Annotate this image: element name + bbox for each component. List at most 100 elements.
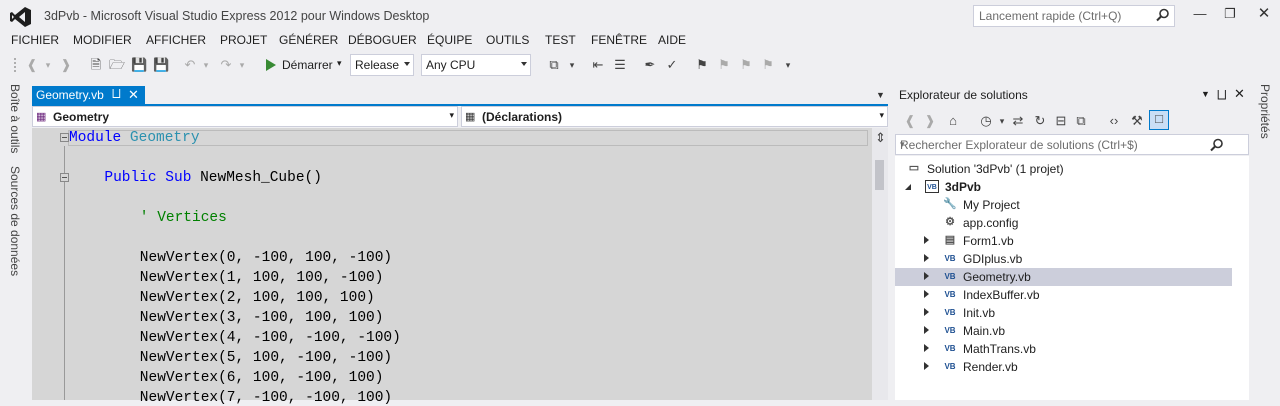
next-bookmark-icon[interactable]: ⚑ [738, 57, 754, 73]
tree-item[interactable]: VB 3dPvb [895, 178, 1232, 196]
close-tab-icon[interactable]: ✕ [128, 87, 139, 103]
tree-item[interactable]: ▤ Form1.vb [895, 232, 1232, 250]
pin-icon[interactable]: ⨆ [112, 88, 121, 101]
uncomment-icon[interactable]: ✓ [664, 57, 680, 73]
quick-launch-input[interactable]: Lancement rapide (Ctrl+Q) [973, 5, 1175, 27]
search-options-icon[interactable]: ▾ [900, 139, 1242, 150]
expand-arrow-icon[interactable] [924, 344, 929, 352]
tree-item[interactable]: VB Render.vb [895, 358, 1232, 376]
tree-item-label: Geometry.vb [963, 270, 1031, 284]
tree-item[interactable]: ▭ Solution '3dPvb' (1 projet) [895, 160, 1232, 178]
tree-item[interactable]: ⚙ app.config [895, 214, 1232, 232]
properties-icon[interactable]: ⚒ [1129, 113, 1145, 129]
menu-window[interactable]: FENÊTRE [591, 33, 647, 47]
redo-dropdown-icon[interactable]: ▾ [234, 57, 250, 73]
tree-item[interactable]: VB Init.vb [895, 304, 1232, 322]
tree-item[interactable]: 🔧 My Project [895, 196, 1232, 214]
pending-dropdown-icon[interactable]: ▾ [994, 113, 1010, 129]
start-dropdown-icon[interactable]: ▾ [337, 58, 342, 69]
member-navigation-select[interactable]: ▦ (Déclarations) ▾ [461, 106, 888, 127]
show-all-files-icon[interactable]: ⧉ [1073, 113, 1089, 129]
menu-build[interactable]: GÉNÉRER [279, 33, 338, 47]
expand-arrow-icon[interactable] [924, 236, 929, 244]
expand-arrow-icon[interactable] [924, 308, 929, 316]
preview-selected-icon[interactable]: □ [1149, 110, 1169, 130]
menu-file[interactable]: FICHIER [11, 33, 59, 47]
refresh-icon[interactable]: ↻ [1032, 113, 1048, 129]
close-panel-icon[interactable]: ✕ [1234, 86, 1245, 102]
toolbox-tab[interactable]: Boîte à outils [8, 84, 22, 153]
scrollbar-thumb[interactable] [875, 160, 884, 190]
collapse-all-icon[interactable]: ⊟ [1053, 113, 1069, 129]
tab-geometry-vb[interactable]: Geometry.vb ⨆ ✕ [32, 86, 145, 105]
class-navigation-select[interactable]: ▦ Geometry ▾ [32, 106, 458, 127]
close-button[interactable]: ✕ [1250, 4, 1278, 24]
configuration-select[interactable]: Release [350, 54, 414, 76]
chevron-down-icon [521, 62, 527, 66]
auto-hide-pin-icon[interactable]: ⨆ [1217, 87, 1227, 102]
find-in-files-icon[interactable]: ⧉ [546, 57, 562, 73]
expand-arrow-icon[interactable] [924, 290, 929, 298]
navigate-forward-icon[interactable]: ❱ [58, 57, 74, 73]
collapse-sub-icon[interactable] [60, 173, 69, 182]
save-icon[interactable]: 💾 [131, 57, 147, 73]
forward-icon[interactable]: ❱ [922, 113, 938, 129]
tree-item[interactable]: VB Main.vb [895, 322, 1232, 340]
toolbar-grip[interactable] [13, 57, 17, 73]
menu-debug[interactable]: DÉBOGUER [348, 33, 417, 47]
window-position-dropdown-icon[interactable]: ▼ [1201, 89, 1210, 99]
member-navigation-value: (Déclarations) [482, 110, 563, 124]
previous-bookmark-icon[interactable]: ⚑ [716, 57, 732, 73]
tree-item[interactable]: VB Geometry.vb [895, 268, 1232, 286]
home-icon[interactable]: ⌂ [945, 113, 961, 129]
expand-arrow-icon[interactable] [924, 326, 929, 334]
properties-tab[interactable]: Propriétés [1258, 84, 1272, 139]
pending-changes-icon[interactable]: ◷ [978, 113, 994, 129]
undo-dropdown-icon[interactable]: ▾ [198, 57, 214, 73]
start-debugging-button[interactable]: Démarrer ▾ [262, 55, 346, 75]
save-all-icon[interactable]: 💾 [153, 57, 169, 73]
expand-arrow-icon[interactable] [924, 254, 929, 262]
solution-explorer-search-input[interactable]: Rechercher Explorateur de solutions (Ctr… [895, 134, 1249, 155]
expand-arrow-icon[interactable] [924, 362, 929, 370]
platform-select[interactable]: Any CPU [421, 54, 531, 76]
bookmark-icon[interactable]: ⚑ [694, 57, 710, 73]
code-line: NewVertex(0, -100, 100, -100) [140, 250, 392, 266]
dropdown-arrow-icon[interactable]: ▾ [40, 57, 56, 73]
menu-test[interactable]: TEST [545, 33, 576, 47]
menu-view[interactable]: AFFICHER [146, 33, 206, 47]
toolbar-overflow-icon[interactable]: ▾ [780, 57, 796, 73]
menu-team[interactable]: ÉQUIPE [427, 33, 472, 47]
restore-button[interactable]: ❐ [1216, 4, 1244, 24]
format-icon[interactable]: ☰ [612, 57, 628, 73]
redo-icon[interactable]: ↷ [218, 57, 234, 73]
menu-edit[interactable]: MODIFIER [73, 33, 132, 47]
undo-icon[interactable]: ↶ [182, 57, 198, 73]
data-sources-tab[interactable]: Sources de données [8, 166, 22, 276]
tree-item[interactable]: VB IndexBuffer.vb [895, 286, 1232, 304]
minimize-button[interactable]: — [1186, 4, 1214, 24]
tree-item[interactable]: VB GDIplus.vb [895, 250, 1232, 268]
sync-icon[interactable]: ⇄ [1010, 113, 1026, 129]
comment-icon[interactable]: ✒ [642, 57, 658, 73]
vb-file-icon: VB [944, 254, 956, 263]
new-project-icon[interactable]: 🗎 [88, 57, 104, 73]
clear-bookmarks-icon[interactable]: ⚑ [760, 57, 776, 73]
code-token: ' Vertices [139, 210, 227, 226]
view-code-icon[interactable]: ‹› [1106, 113, 1122, 129]
open-file-icon[interactable]: 🗁 [109, 57, 125, 73]
menu-help[interactable]: AIDE [658, 33, 686, 47]
tree-item-label: MathTrans.vb [963, 342, 1036, 356]
collapse-module-icon[interactable] [60, 133, 69, 142]
tree-item[interactable]: VB MathTrans.vb [895, 340, 1232, 358]
tab-list-dropdown-icon[interactable]: ▼ [876, 90, 885, 100]
menu-tools[interactable]: OUTILS [486, 33, 529, 47]
step-icon[interactable]: ⇤ [590, 57, 606, 73]
toolbar-options-icon[interactable]: ▾ [564, 57, 580, 73]
back-icon[interactable]: ❰ [902, 113, 918, 129]
expand-arrow-icon[interactable] [924, 272, 929, 280]
menu-project[interactable]: PROJET [220, 33, 267, 47]
split-window-icon[interactable]: ⇕ [875, 130, 886, 146]
collapse-arrow-icon[interactable] [905, 184, 911, 190]
navigate-back-icon[interactable]: ❰ [24, 57, 40, 73]
